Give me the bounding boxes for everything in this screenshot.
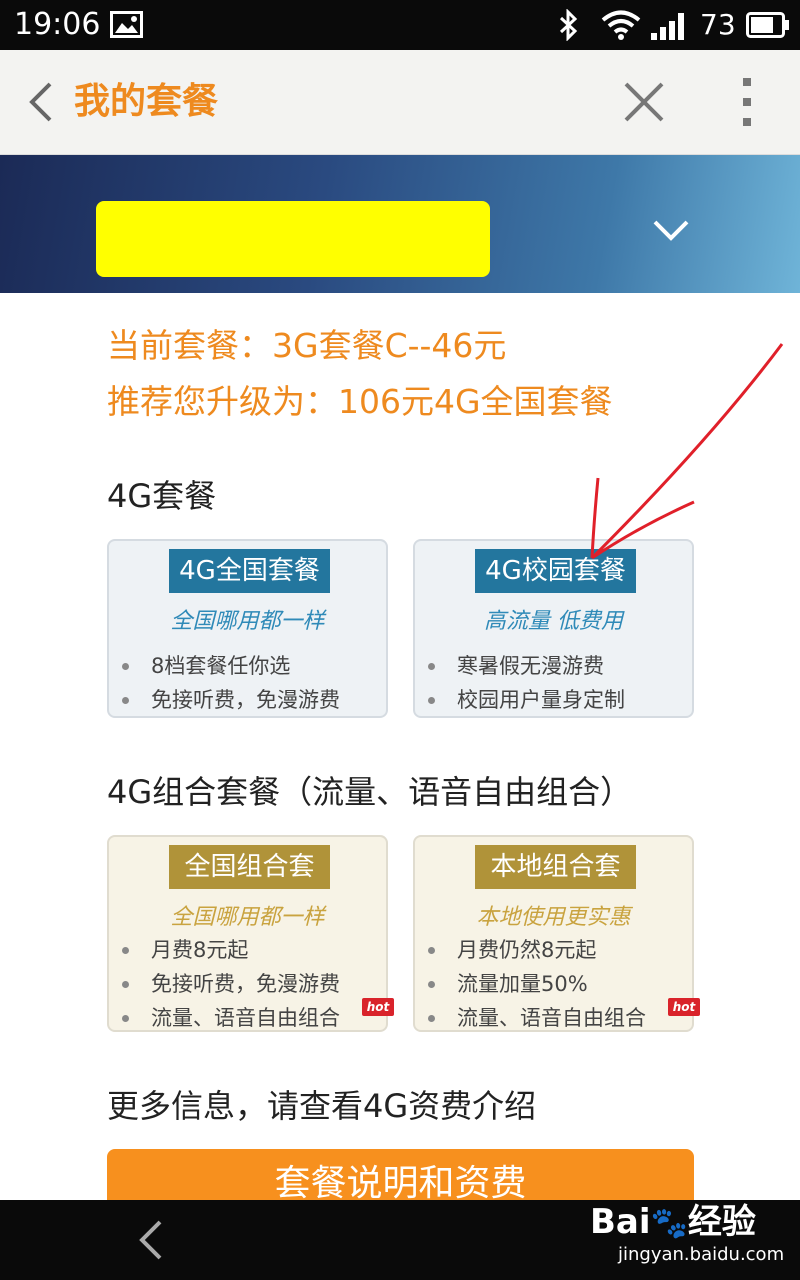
image-icon [110, 11, 143, 38]
plan-card-4g-national[interactable]: 4G全国套餐 全国哪用都一样 8档套餐任你选 免接听费，免漫游费 [107, 539, 388, 718]
plan-card-name: 本地组合套 [475, 845, 636, 889]
list-item: 免接听费，免漫游费 [119, 967, 340, 1001]
chevron-down-icon[interactable] [652, 217, 690, 243]
battery-level: 73 [700, 8, 736, 41]
phone-number-redacted[interactable] [96, 201, 490, 277]
watermark-logo: Bai🐾经验 [590, 1202, 756, 1244]
watermark-logo-suffix: 经验 [687, 1202, 756, 1242]
status-time: 19:06 [14, 7, 101, 42]
section-title-4g-plans: 4G套餐 [107, 477, 217, 515]
list-item: 8档套餐任你选 [119, 649, 340, 683]
plan-card-features: 8档套餐任你选 免接听费，免漫游费 [119, 649, 340, 717]
plan-card-slogan: 全国哪用都一样 [170, 905, 325, 930]
account-banner [0, 155, 800, 293]
current-plan-text: 当前套餐：3G套餐C--46元 [107, 326, 507, 365]
hot-badge: hot [668, 998, 700, 1016]
plan-card-local-combo[interactable]: 本地组合套 本地使用更实惠 月费仍然8元起 流量加量50% 流量、语音自由组合 … [413, 835, 700, 1035]
list-item: 校园用户量身定制 [425, 683, 625, 717]
plan-card-features: 寒暑假无漫游费 校园用户量身定制 [425, 649, 625, 717]
plan-card-slogan: 高流量 低费用 [484, 609, 623, 634]
list-item: 月费仍然8元起 [425, 933, 646, 967]
section-title-more-info: 更多信息，请查看4G资费介绍 [107, 1087, 537, 1125]
baidu-watermark: Bai🐾经验 jingyan.baidu.com [590, 1198, 790, 1268]
plan-card-slogan: 本地使用更实惠 [476, 905, 631, 930]
close-icon[interactable] [620, 78, 668, 126]
annotation-arrow [590, 343, 784, 560]
watermark-logo-text: Bai [590, 1202, 651, 1242]
hot-badge: hot [362, 998, 394, 1016]
plan-card-features: 月费8元起 免接听费，免漫游费 流量、语音自由组合 [119, 933, 340, 1035]
list-item: 流量、语音自由组合 [425, 1001, 646, 1035]
plan-card-features: 月费仍然8元起 流量加量50% 流量、语音自由组合 [425, 933, 646, 1035]
bluetooth-icon [559, 9, 578, 41]
nav-back-icon[interactable] [136, 1218, 166, 1262]
page-title: 我的套餐 [74, 81, 219, 122]
signal-icon [651, 13, 684, 40]
list-item: 流量、语音自由组合 [119, 1001, 340, 1035]
plan-card-name: 全国组合套 [169, 845, 330, 889]
status-bar: 19:06 73 [0, 0, 800, 50]
plan-card-name: 4G全国套餐 [169, 549, 330, 593]
app-header: 我的套餐 [0, 50, 800, 155]
paw-icon: 🐾 [650, 1206, 688, 1241]
list-item: 寒暑假无漫游费 [425, 649, 625, 683]
list-item: 免接听费，免漫游费 [119, 683, 340, 717]
more-icon[interactable] [734, 76, 760, 128]
back-icon[interactable] [26, 80, 56, 124]
plan-card-slogan: 全国哪用都一样 [170, 609, 325, 634]
watermark-url: jingyan.baidu.com [618, 1244, 785, 1265]
recommend-plan-text: 推荐您升级为：106元4G全国套餐 [107, 382, 613, 421]
list-item: 月费8元起 [119, 933, 340, 967]
list-item: 流量加量50% [425, 967, 646, 1001]
battery-icon [746, 12, 789, 38]
section-title-4g-combo: 4G组合套餐（流量、语音自由组合） [107, 773, 633, 811]
plan-card-national-combo[interactable]: 全国组合套 全国哪用都一样 月费8元起 免接听费，免漫游费 流量、语音自由组合 … [107, 835, 394, 1035]
wifi-icon [601, 10, 641, 40]
